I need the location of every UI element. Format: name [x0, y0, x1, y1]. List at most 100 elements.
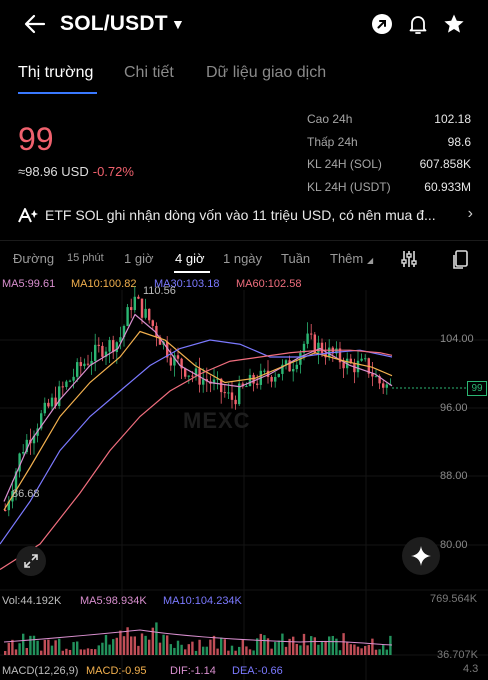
candle-body — [256, 383, 259, 385]
tf-4h[interactable]: 4 giờ — [175, 251, 205, 266]
volume-bar — [220, 637, 223, 655]
star-icon[interactable] — [442, 12, 466, 36]
volume-bar — [299, 645, 302, 655]
volume-bar — [112, 639, 115, 655]
volume-bar — [378, 649, 381, 655]
candle-body — [50, 397, 54, 407]
candle-body — [270, 376, 273, 382]
candle-body — [360, 358, 363, 361]
candle-body — [274, 376, 277, 382]
candle-body — [133, 296, 136, 311]
volume-min-tick: 36.707K — [437, 649, 478, 661]
tf-more[interactable]: Thêm — [330, 251, 363, 266]
tf-1d[interactable]: 1 ngày — [223, 251, 262, 266]
tab-trading-data[interactable]: Dữ liệu giao dịch — [206, 64, 326, 82]
candle-body — [94, 344, 97, 361]
candle-body — [169, 357, 172, 366]
mexc-watermark: MEXC — [183, 408, 251, 433]
y-tick: 104.00 — [440, 333, 474, 345]
volume-bar — [119, 630, 122, 655]
back-arrow-icon[interactable] — [22, 10, 48, 38]
candle-body — [148, 308, 151, 321]
volume-bar — [47, 639, 50, 655]
volume-bar — [284, 646, 288, 655]
volume-bar — [349, 644, 352, 655]
tf-15m[interactable]: 15 phút — [67, 252, 104, 264]
volume-bar — [104, 634, 108, 655]
news-banner[interactable]: ETF SOL ghi nhận dòng vốn vào 11 triệu U… — [18, 205, 473, 227]
candle-body — [187, 375, 190, 377]
volume-bar — [356, 646, 360, 655]
volume-bar — [14, 649, 18, 655]
candle-body — [176, 355, 180, 359]
candles-group — [4, 286, 392, 517]
candle-body — [292, 369, 295, 372]
volume-bar — [281, 633, 284, 655]
volume-bar — [342, 633, 345, 655]
indicator-settings-icon[interactable] — [399, 249, 419, 269]
volume-bar — [263, 635, 266, 655]
tab-details[interactable]: Chi tiết — [124, 64, 174, 82]
volume-bar — [133, 636, 136, 655]
volume-bar — [86, 648, 90, 655]
candle-body — [277, 373, 280, 377]
volume-bar — [317, 644, 320, 655]
volume-bar — [335, 638, 338, 655]
fullscreen-button[interactable] — [16, 546, 46, 576]
volume-bar — [212, 635, 216, 655]
copy-layout-icon[interactable] — [451, 249, 471, 269]
volume-bar — [90, 648, 93, 655]
volume-bar — [310, 636, 313, 655]
caret-down-icon[interactable]: ▼ — [171, 16, 185, 32]
volume-bar — [227, 650, 230, 655]
candle-body — [310, 333, 313, 335]
stat-value: 102.18 — [434, 112, 471, 126]
volume-bar — [194, 650, 198, 655]
candle-body — [101, 345, 104, 357]
ai-assistant-button[interactable] — [402, 537, 440, 575]
volume-bar — [162, 634, 165, 655]
volume-bar — [187, 644, 190, 655]
volume-ma10-legend: MA10:104.234K — [163, 595, 242, 607]
volume-bar — [18, 643, 21, 655]
candle-body — [72, 376, 75, 381]
volume-bar — [43, 639, 46, 655]
volume-bar — [270, 648, 273, 655]
candle-body — [184, 368, 187, 377]
volume-bar — [169, 644, 172, 655]
volume-bar — [198, 639, 201, 655]
candle-body — [79, 362, 82, 367]
volume-bar — [25, 647, 28, 655]
candle-body — [144, 308, 147, 318]
stat-label: Cao 24h — [307, 112, 353, 126]
volume-bar — [83, 649, 86, 655]
more-caret-icon[interactable]: ◢ — [367, 256, 373, 265]
candle-body — [115, 342, 118, 353]
tf-week[interactable]: Tuần — [281, 251, 310, 266]
sparkle-icon — [411, 546, 431, 566]
volume-bar — [158, 642, 162, 655]
volume-bar — [97, 645, 100, 655]
bell-icon[interactable] — [406, 12, 430, 36]
pair-title[interactable]: SOL/USDT — [60, 12, 168, 36]
stat-value: 98.6 — [447, 134, 471, 149]
candle-body — [245, 386, 248, 388]
candle-body — [342, 362, 345, 369]
volume-bar — [180, 644, 183, 655]
candle-body — [137, 296, 140, 299]
share-icon[interactable] — [370, 12, 394, 36]
volume-bar — [54, 640, 57, 655]
tf-1h[interactable]: 1 giờ — [124, 251, 154, 266]
volume-legend: Vol:44.192K — [2, 595, 62, 607]
volume-bar — [320, 640, 324, 655]
candlestick-chart[interactable] — [0, 270, 488, 680]
candle-body — [86, 363, 90, 365]
macd-legend: MACD(12,26,9) — [2, 665, 79, 677]
volume-bar — [259, 633, 262, 655]
volume-bar — [94, 649, 97, 655]
tf-line[interactable]: Đường — [13, 251, 54, 266]
volume-bar — [137, 645, 140, 655]
volume-bar — [101, 642, 104, 655]
tab-market[interactable]: Thị trường — [18, 64, 93, 82]
volume-bar — [61, 650, 64, 655]
